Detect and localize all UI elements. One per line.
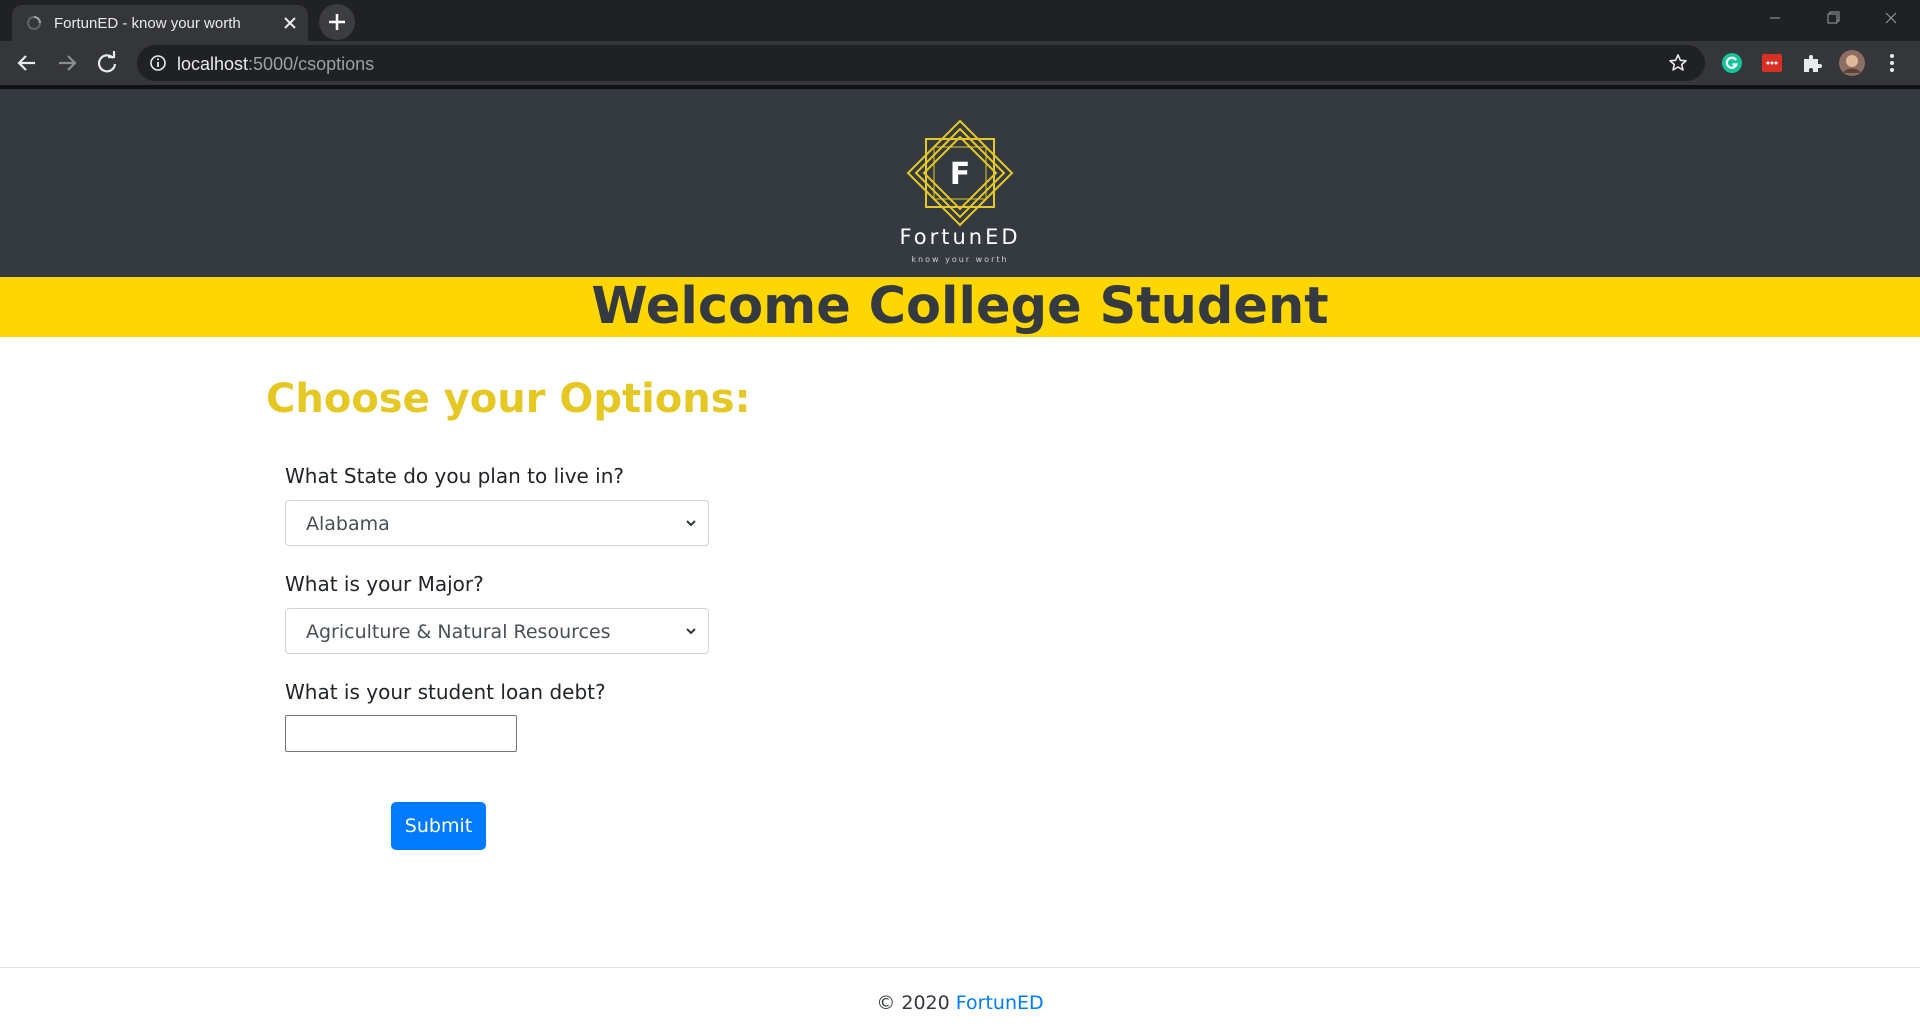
footer: © 2020 FortunED [0, 992, 1920, 1014]
close-icon[interactable] [280, 13, 300, 33]
major-select[interactable]: Agriculture & Natural Resources [285, 608, 709, 654]
restore-icon[interactable] [1804, 0, 1862, 36]
browser-tab[interactable]: FortunED - know your worth [12, 5, 308, 41]
debt-label: What is your student loan debt? [285, 680, 606, 704]
window-close-icon[interactable] [1862, 0, 1920, 36]
major-selected-value: Agriculture & Natural Resources [306, 621, 611, 643]
state-selected-value: Alabama [306, 513, 390, 535]
forward-arrow-icon[interactable] [51, 47, 83, 79]
page-title: Welcome College Student [591, 277, 1329, 336]
tab-title: FortunED - know your worth [54, 15, 241, 32]
browser-tabstrip: FortunED - know your worth [0, 0, 1920, 41]
footer-divider [0, 967, 1920, 968]
state-label: What State do you plan to live in? [285, 464, 625, 488]
loading-spinner-icon [27, 16, 41, 30]
url-text: localhost:5000/csoptions [177, 54, 374, 75]
grammarly-icon[interactable] [1720, 51, 1744, 75]
kebab-menu-icon[interactable] [1880, 51, 1904, 75]
brand-tagline: know your worth [911, 255, 1009, 264]
info-icon[interactable] [149, 54, 167, 72]
browser-toolbar: localhost:5000/csoptions [0, 41, 1920, 85]
star-icon[interactable] [1668, 53, 1688, 73]
back-arrow-icon[interactable] [11, 47, 43, 79]
chevron-down-icon [686, 628, 696, 635]
red-extension-icon[interactable] [1760, 51, 1784, 75]
footer-brand-link[interactable]: FortunED [956, 992, 1044, 1014]
fortuned-logo[interactable]: F [904, 117, 1016, 229]
plus-icon [329, 14, 345, 30]
submit-button[interactable]: Submit [391, 802, 486, 850]
url-host: localhost [177, 54, 249, 74]
new-tab-button[interactable] [319, 4, 355, 40]
major-label: What is your Major? [285, 572, 484, 596]
address-bar[interactable]: localhost:5000/csoptions [137, 45, 1705, 81]
welcome-banner: Welcome College Student [0, 277, 1920, 337]
site-header: F FortunED know your worth [0, 89, 1920, 277]
student-loan-debt-input[interactable] [285, 715, 517, 752]
minimize-icon[interactable] [1746, 0, 1804, 36]
reload-icon[interactable] [91, 47, 123, 79]
copyright-text: © 2020 [876, 992, 950, 1014]
state-select[interactable]: Alabama [285, 500, 709, 546]
chevron-down-icon [686, 520, 696, 527]
url-path: :5000/csoptions [248, 54, 375, 74]
brand-name: FortunED [899, 225, 1021, 249]
avatar[interactable] [1838, 49, 1866, 77]
options-heading: Choose your Options: [266, 376, 751, 422]
puzzle-icon[interactable] [1800, 51, 1824, 75]
logo-letter: F [950, 157, 971, 192]
